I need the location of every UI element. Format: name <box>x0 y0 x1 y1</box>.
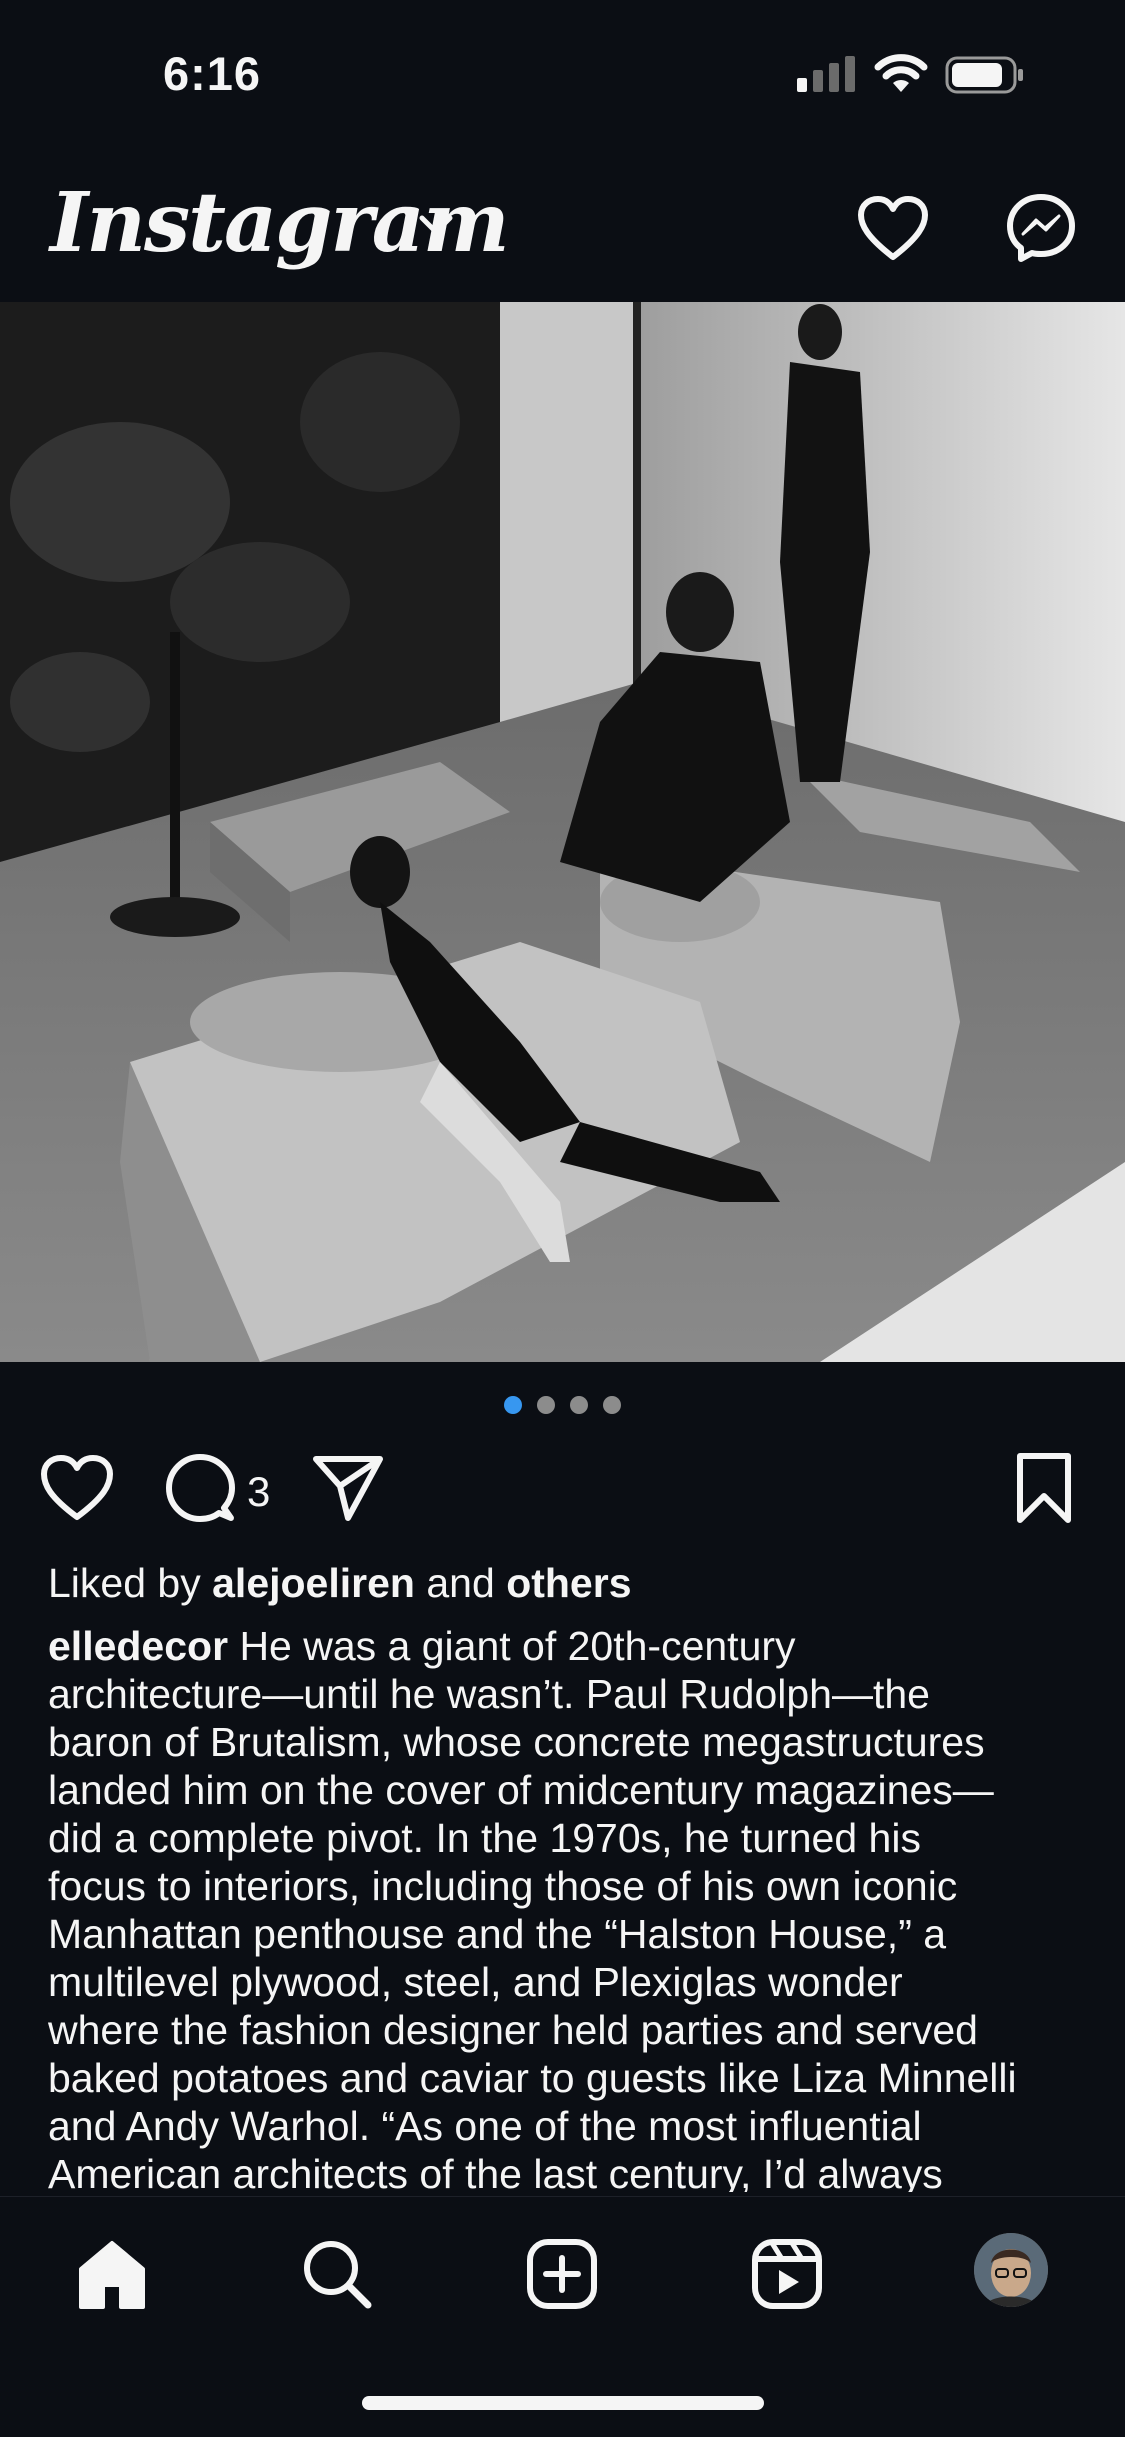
wifi-icon <box>874 54 928 92</box>
caption-line-8: multilevel plywood, steel, and Plexiglas… <box>48 1959 903 2005</box>
post-photo[interactable] <box>0 302 1125 1362</box>
comment-icon[interactable] <box>164 1452 236 1524</box>
caption-line-5: did a complete pivot. In the 1970s, he t… <box>48 1815 921 1861</box>
caption-line-3: baron of Brutalism, whose concrete megas… <box>48 1719 985 1765</box>
battery-icon <box>945 56 1023 94</box>
home-icon[interactable] <box>75 2237 149 2311</box>
caption-line-6: focus to interiors, including those of h… <box>48 1863 958 1909</box>
carousel-indicator <box>0 1396 1125 1420</box>
post-actions: 3 <box>0 1448 1125 1532</box>
liked-by-others[interactable]: others <box>506 1560 631 1606</box>
caption-line-1: elledecor He was a giant of 20th-century <box>48 1622 1088 1670</box>
caption-line-10: baked potatoes and caviar to guests like… <box>48 2055 1017 2101</box>
like-heart-icon[interactable] <box>40 1454 114 1522</box>
caption-line-11: and Andy Warhol. “As one of the most inf… <box>48 2103 922 2149</box>
search-icon[interactable] <box>300 2237 374 2311</box>
liked-by-and: and <box>426 1560 495 1606</box>
liked-by-username[interactable]: alejoeliren <box>212 1560 415 1606</box>
caption-text-1: He was a giant of 20th-century <box>228 1623 796 1669</box>
chevron-down-icon[interactable] <box>418 212 454 238</box>
caption-line-4: landed him on the cover of midcentury ma… <box>48 1767 994 1813</box>
comment-count[interactable]: 3 <box>247 1468 270 1516</box>
carousel-dot-4 <box>603 1396 621 1414</box>
caption-line-9: where the fashion designer held parties … <box>48 2007 978 2053</box>
liked-by-text[interactable]: Liked by alejoeliren and others <box>48 1560 632 1607</box>
carousel-dot-2 <box>537 1396 555 1414</box>
app-header: Instagram <box>0 150 1125 302</box>
post-caption[interactable]: elledecor He was a giant of 20th-century… <box>48 1622 1088 2192</box>
status-time: 6:16 <box>163 47 262 100</box>
messenger-icon[interactable] <box>1005 192 1077 264</box>
create-post-icon[interactable] <box>525 2237 599 2311</box>
heart-icon[interactable] <box>857 195 929 261</box>
carousel-dot-1 <box>504 1396 522 1414</box>
bookmark-icon[interactable] <box>1014 1452 1074 1524</box>
home-indicator[interactable] <box>362 2396 764 2410</box>
caption-line-7: Manhattan penthouse and the “Halston Hou… <box>48 1911 947 1957</box>
status-bar: 6:16 <box>0 0 1125 150</box>
caption-line-12: American architects of the last century,… <box>48 2151 943 2192</box>
reels-icon[interactable] <box>750 2237 824 2311</box>
avatar-image <box>974 2233 1048 2307</box>
liked-by-prefix: Liked by <box>48 1560 201 1606</box>
profile-avatar[interactable] <box>974 2233 1048 2307</box>
share-icon[interactable] <box>312 1454 384 1522</box>
caption-username[interactable]: elledecor <box>48 1623 228 1669</box>
carousel-dot-3 <box>570 1396 588 1414</box>
cellular-signal-icon <box>797 56 855 92</box>
caption-line-2: architecture—until he wasn’t. Paul Rudol… <box>48 1671 930 1717</box>
interior-photo-illustration <box>0 302 1125 1362</box>
